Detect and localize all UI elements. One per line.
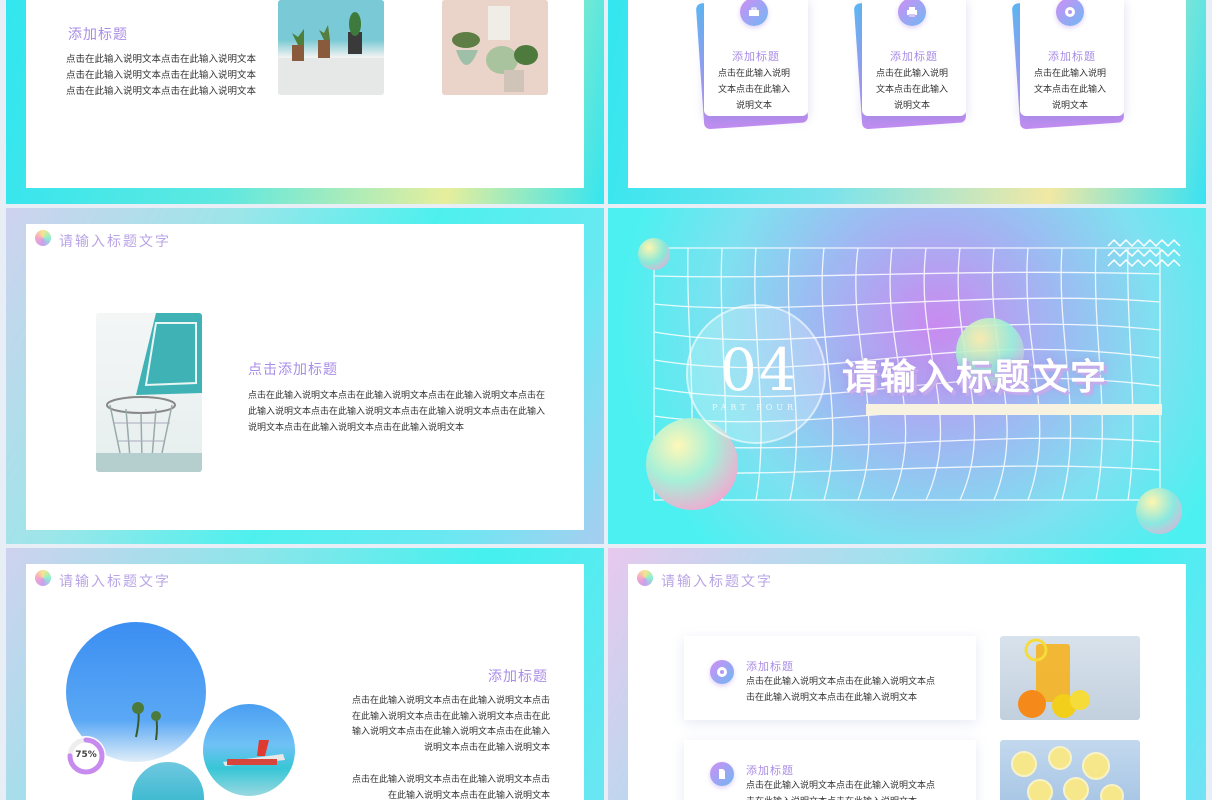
section-number: 04 [720, 336, 798, 404]
slide-4[interactable]: 04 PART FOUR 请输入标题文字 [608, 208, 1206, 544]
feature-row-2-body: 点击在此输入说明文本点击在此输入说明文本点击在此输入说明文本点击在此输入说明文本 [746, 781, 936, 800]
slide-5[interactable]: 请输入标题文字 75% 添加标题 点击在此输入说明文本点击在此输入说明文本点击在… [6, 548, 604, 800]
feature-card-2-body: 点击在此输入说明文本点击在此输入说明文本 [875, 69, 948, 111]
slide-3-subtitle: 点击添加标题 [248, 362, 338, 378]
slide-1[interactable]: 添加标题 点击在此输入说明文本点击在此输入说明文本点击在此输入说明文本点击在此输… [6, 0, 604, 204]
title-underline-bar [866, 404, 1162, 415]
slide-6-header: 请输入标题文字 [661, 574, 773, 590]
lemon-slices-photo [1000, 740, 1140, 800]
feature-card-2-title: 添加标题 [890, 50, 938, 63]
slide-5-subtitle: 添加标题 [488, 669, 548, 685]
orange-juice-photo [1000, 636, 1140, 720]
feature-card-1-body: 点击在此输入说明文本点击在此输入说明文本 [717, 69, 790, 111]
feature-card-1-title: 添加标题 [732, 50, 780, 63]
title-dot-icon [35, 230, 51, 246]
slide-3-body: 点击在此输入说明文本点击在此输入说明文本点击在此输入说明文本点击在此输入说明文本… [248, 391, 546, 433]
slide-1-body: 点击在此输入说明文本点击在此输入说明文本点击在此输入说明文本点击在此输入说明文本… [66, 54, 257, 97]
slide-3-header: 请输入标题文字 [59, 234, 171, 250]
disc-icon [710, 660, 734, 684]
sphere-small-top [638, 238, 670, 270]
progress-percent: 75% [75, 750, 97, 760]
section-title: 请输入标题文字 [842, 357, 1109, 398]
feature-row-2-title: 添加标题 [746, 764, 794, 777]
feature-card-3-title: 添加标题 [1048, 50, 1096, 63]
slide-3[interactable]: 请输入标题文字 点击添加标题 点击在此输入说明文本点击在此输入说明文本点击在此输… [6, 208, 604, 544]
plants-photo [442, 0, 548, 95]
feature-row-1-body: 点击在此输入说明文本点击在此输入说明文本点击在此输入说明文本点击在此输入说明文本 [746, 677, 936, 703]
section-part-label: PART FOUR [712, 403, 798, 412]
title-dot-icon [637, 570, 653, 586]
slide-5-body-1: 点击在此输入说明文本点击在此输入说明文本点击在此输入说明文本点击在此输入说明文本… [351, 696, 550, 753]
slide-5-header: 请输入标题文字 [59, 574, 171, 590]
cactus-photo [278, 0, 384, 95]
feature-row-1-title: 添加标题 [746, 660, 794, 673]
title-dot-icon [35, 570, 51, 586]
basketball-hoop-photo [96, 313, 202, 472]
feature-card-3-body: 点击在此输入说明文本点击在此输入说明文本 [1033, 69, 1106, 111]
slide-2[interactable]: 添加标题 点击在此输入说明文本点击在此输入说明文本 添加标题 点击在此输入说明文… [608, 0, 1206, 204]
slide-6[interactable]: 请输入标题文字 添加标题 点击在此输入说明文本点击在此输入说明文本点击在此输入说… [608, 548, 1206, 800]
slide-5-body-2: 点击在此输入说明文本点击在此输入说明文本点击在此输入说明文本点击在此输入说明文本 [351, 775, 550, 800]
seaplane-photo-circle [199, 700, 299, 800]
document-icon [710, 762, 734, 786]
sphere-small-bottom [1136, 488, 1182, 534]
slide-1-subtitle: 添加标题 [68, 27, 128, 43]
